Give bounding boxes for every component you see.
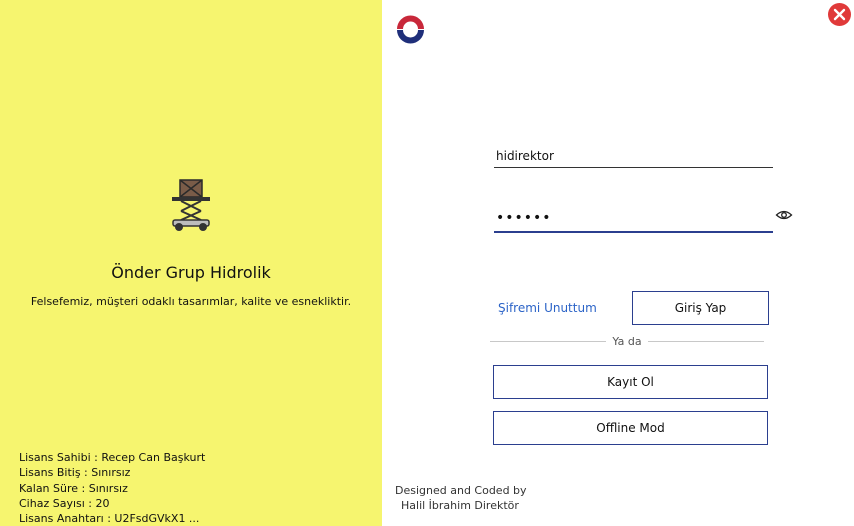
left-panel: Önder Grup Hidrolik Felsefemiz, müşteri … <box>0 0 382 526</box>
register-button[interactable]: Kayıt Ol <box>493 365 768 399</box>
offline-mode-button[interactable]: Offline Mod <box>493 411 768 445</box>
close-button[interactable] <box>828 3 851 26</box>
license-owner: Lisans Sahibi : Recep Can Başkurt <box>19 451 206 464</box>
license-remaining: Kalan Süre : Sınırsız <box>19 481 128 495</box>
username-field[interactable] <box>494 145 773 168</box>
password-field[interactable] <box>494 205 773 233</box>
footer-credit: Designed and Coded by Halil İbrahim Dire… <box>395 483 527 513</box>
login-button[interactable]: Giriş Yap <box>632 291 769 325</box>
license-end: Lisans Bitiş : Sınırsız <box>19 466 131 480</box>
or-text: Ya da <box>612 335 642 348</box>
license-devices: Cihaz Sayısı : 20 <box>19 496 110 510</box>
divider-right <box>648 341 764 342</box>
credit-line-1: Designed and Coded by <box>395 484 527 497</box>
eye-icon[interactable] <box>775 207 793 223</box>
right-panel <box>382 0 854 526</box>
forgot-password-link[interactable]: Şifremi Unuttum <box>498 301 597 315</box>
brand-logo <box>397 15 424 44</box>
divider-left <box>490 341 606 342</box>
credit-line-2: Halil İbrahim Direktör <box>401 499 519 512</box>
close-icon <box>833 8 846 21</box>
license-key: Lisans Anahtarı : U2FsdGVkX1 ... <box>19 512 200 526</box>
company-name: Önder Grup Hidrolik <box>111 263 271 282</box>
company-slogan: Felsefemiz, müşteri odaklı tasarımlar, k… <box>30 295 352 308</box>
license-info: Lisans Sahibi : Recep Can Başkurt Lisans… <box>19 450 205 526</box>
scissor-lift-icon <box>172 179 210 231</box>
